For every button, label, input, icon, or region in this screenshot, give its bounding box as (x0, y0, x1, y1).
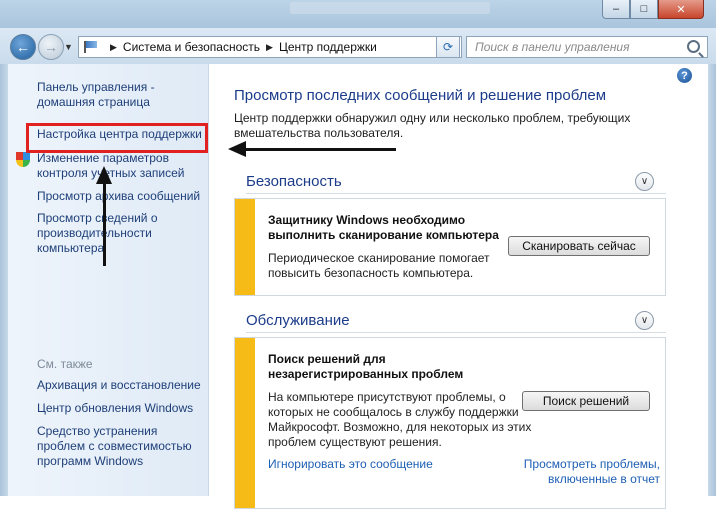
sidebar-link-windows-update[interactable]: Центр обновления Windows (37, 401, 212, 416)
maintenance-message-box: Поиск решений для незарегистрированных п… (234, 337, 666, 509)
window-frame-left (0, 64, 8, 496)
title-placeholder (290, 2, 490, 14)
highlight-box (26, 123, 208, 153)
section-title-security[interactable]: Безопасность (246, 173, 342, 190)
sidebar-link-backup-restore[interactable]: Архивация и восстановление (37, 378, 212, 393)
breadcrumb-system-security[interactable]: Система и безопасность (123, 40, 260, 54)
close-button[interactable]: ✕ (658, 0, 704, 19)
security-message-description: Периодическое сканирование помогает повы… (268, 251, 490, 280)
uac-shield-icon (16, 152, 30, 167)
main-content: ? Просмотр последних сообщений и решение… (209, 64, 708, 509)
sidebar-link-uac-settings[interactable]: Изменение параметров контроля учетных за… (37, 151, 212, 181)
minimize-button[interactable]: – (602, 0, 630, 19)
forward-button[interactable]: → (38, 34, 64, 60)
section-title-maintenance[interactable]: Обслуживание (246, 312, 350, 329)
section-divider (246, 193, 666, 194)
intro-text: Центр поддержки обнаружил одну или неско… (234, 111, 631, 140)
address-bar[interactable]: ▶ Система и безопасность ▶ Центр поддерж… (78, 36, 462, 58)
back-button[interactable]: ← (10, 34, 36, 60)
search-box[interactable] (466, 36, 708, 58)
window-controls: – □ ✕ (602, 0, 704, 19)
sidebar-link-compatibility-troubleshooter[interactable]: Средство устранения проблем с совместимо… (37, 424, 202, 469)
search-input[interactable] (473, 37, 683, 57)
arrow-left-icon: ← (16, 39, 30, 55)
sidebar-link-message-archive[interactable]: Просмотр архива сообщений (37, 189, 212, 204)
ignore-message-link[interactable]: Игнорировать это сообщение (268, 457, 433, 472)
scan-now-button[interactable]: Сканировать сейчас (508, 236, 650, 256)
page-title: Просмотр последних сообщений и решение п… (234, 87, 607, 104)
maximize-button[interactable]: □ (630, 0, 658, 19)
window-frame-right (708, 64, 716, 496)
help-icon[interactable]: ? (677, 68, 692, 83)
chevron-down-icon[interactable]: ∨ (635, 311, 654, 330)
breadcrumb-separator-icon[interactable]: ▶ (266, 42, 273, 53)
maintenance-message-title: Поиск решений для незарегистрированных п… (268, 352, 464, 381)
refresh-button[interactable]: ⟳ (436, 36, 460, 58)
section-divider (246, 332, 666, 333)
arrow-right-icon: → (44, 39, 58, 55)
refresh-icon: ⟳ (442, 40, 454, 54)
breadcrumb-separator-icon[interactable]: ▶ (110, 42, 117, 53)
arrow-left-annotation (228, 141, 396, 157)
breadcrumb-action-center[interactable]: Центр поддержки (279, 40, 377, 54)
search-icon[interactable] (687, 40, 700, 53)
see-also-heading: См. также (37, 357, 93, 371)
sidebar-link-home[interactable]: Панель управления - домашняя страница (37, 80, 212, 110)
search-solutions-button[interactable]: Поиск решений (522, 391, 650, 411)
chevron-down-icon[interactable]: ∨ (635, 172, 654, 191)
recent-pages-dropdown[interactable]: ▼ (64, 42, 73, 52)
maintenance-message-description: На компьютере присутствуют проблемы, о к… (268, 390, 532, 449)
sidebar-link-performance-info[interactable]: Просмотр сведений о производительности к… (37, 211, 187, 256)
navigation-bar: ← → ▼ ▶ Система и безопасность ▶ Центр п… (0, 28, 716, 65)
security-message-box: Защитнику Windows необходимо выполнить с… (234, 198, 666, 296)
flag-icon (84, 41, 98, 53)
arrow-up-annotation (96, 166, 112, 266)
security-message-title: Защитнику Windows необходимо выполнить с… (268, 213, 499, 242)
view-problems-link[interactable]: Просмотреть проблемы, включенные в отчет (512, 457, 660, 487)
warning-stripe (235, 199, 255, 295)
warning-stripe (235, 338, 255, 508)
title-bar: – □ ✕ (0, 0, 716, 29)
